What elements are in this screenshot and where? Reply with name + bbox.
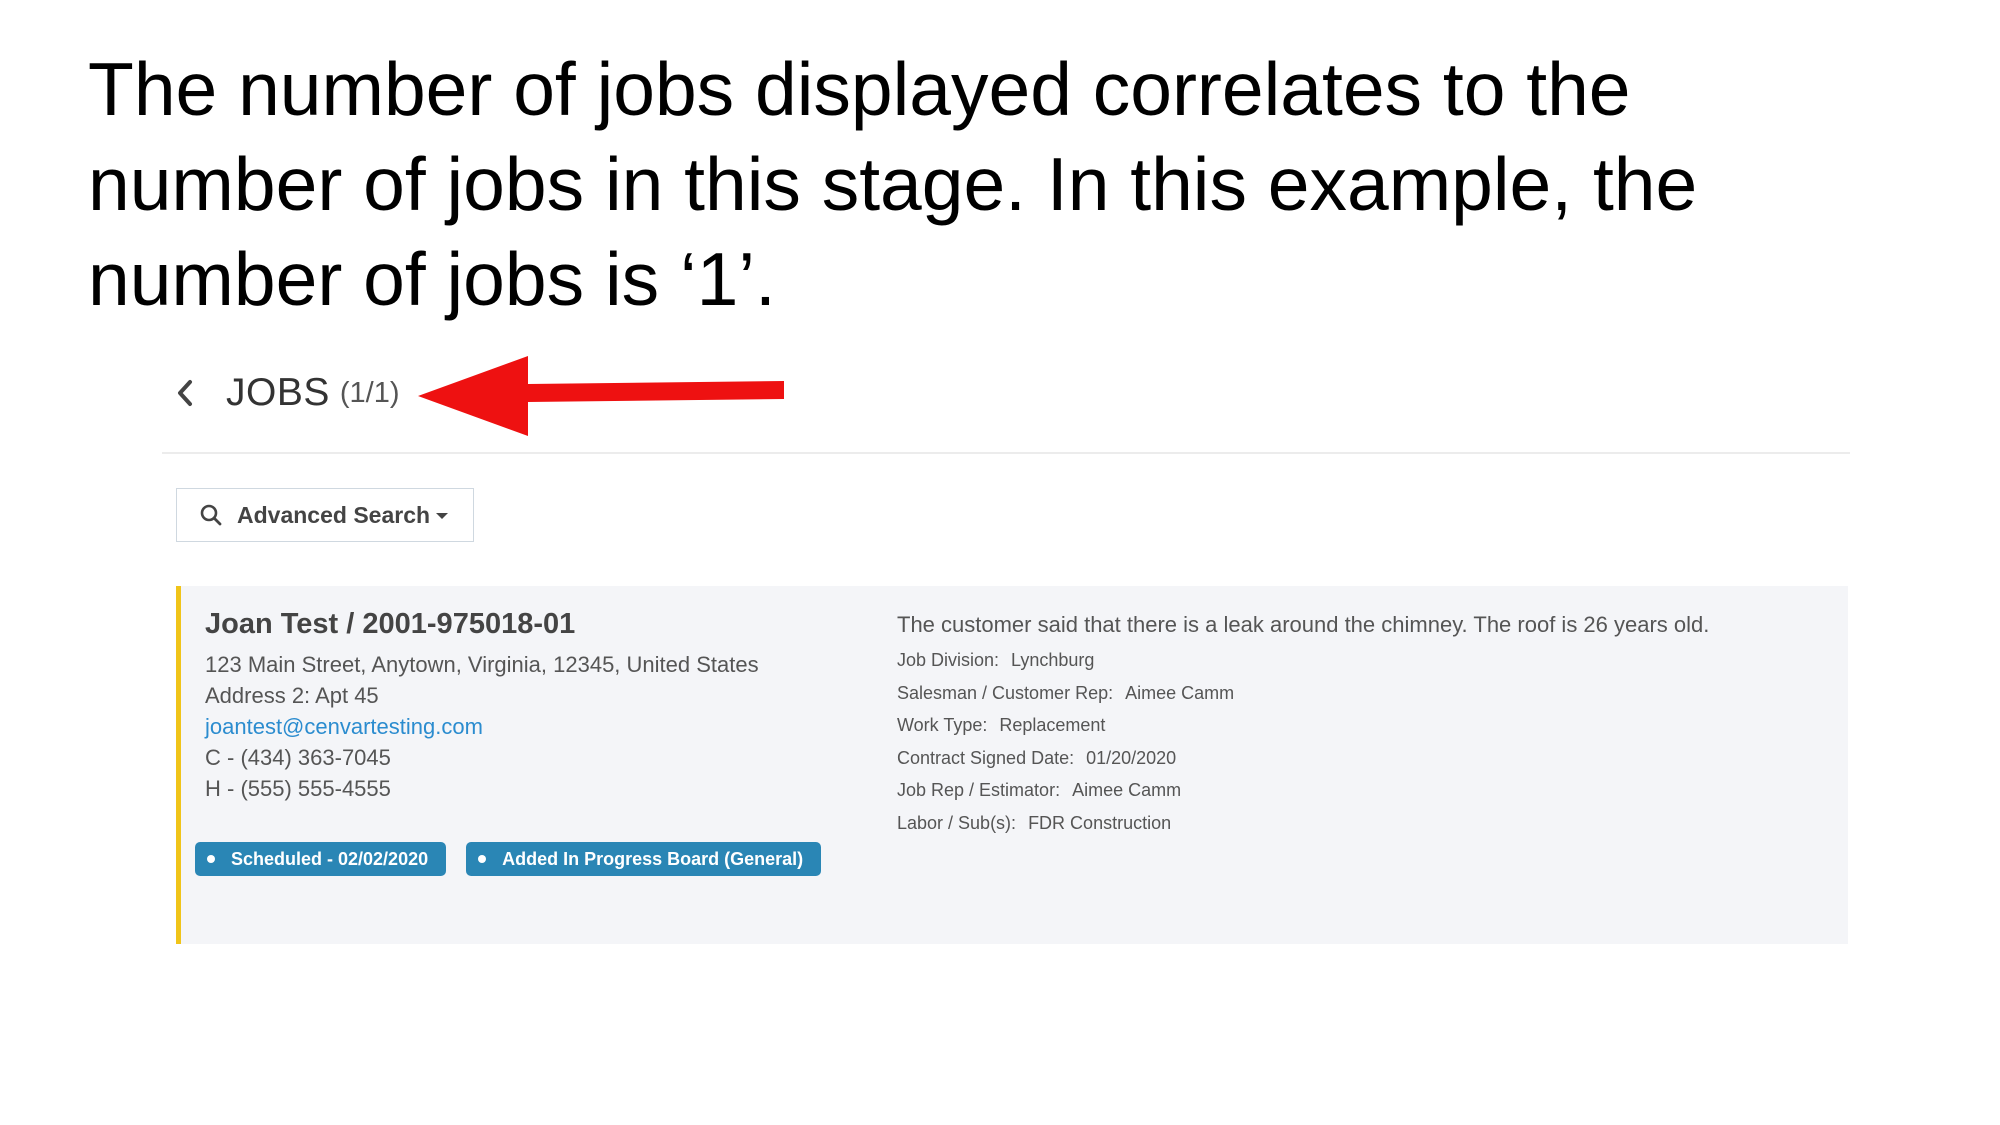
search-icon — [200, 504, 222, 526]
status-badge-progress-board[interactable]: Added In Progress Board (General) — [466, 842, 822, 876]
detail-value: Lynchburg — [1011, 650, 1095, 670]
detail-label: Work Type: — [897, 715, 988, 735]
jobs-header: JOBS (1/1) — [168, 360, 400, 426]
caption-line: The number of jobs displayed correlates … — [88, 47, 1631, 131]
job-details: The customer said that there is a leak a… — [897, 612, 1837, 839]
divider — [162, 452, 1850, 454]
job-badges: Scheduled - 02/02/2020 Added In Progress… — [195, 842, 841, 876]
dot-icon — [478, 855, 487, 863]
job-address: 123 Main Street, Anytown, Virginia, 1234… — [205, 652, 759, 677]
job-card[interactable]: Joan Test / 2001-975018-01 123 Main Stre… — [176, 586, 1848, 944]
chevron-left-icon — [178, 380, 192, 406]
status-badge-scheduled[interactable]: Scheduled - 02/02/2020 — [195, 842, 447, 876]
detail-value: Replacement — [999, 715, 1106, 735]
page-title: JOBS — [226, 371, 330, 414]
advanced-search-label: Advanced Search — [237, 501, 431, 528]
job-name[interactable]: Joan Test / 2001-975018-01 — [205, 608, 865, 641]
detail-job-division: Job Division: Lynchburg — [897, 644, 1837, 677]
caption-line: number of jobs in this stage. In this ex… — [88, 142, 1698, 226]
badge-label: Added In Progress Board (General) — [502, 848, 804, 869]
job-home-phone: H - (555) 555-4555 — [205, 776, 391, 801]
caption-text: The number of jobs displayed correlates … — [88, 42, 1948, 327]
back-button[interactable] — [168, 373, 202, 413]
job-contact-info: Joan Test / 2001-975018-01 123 Main Stre… — [205, 608, 865, 804]
detail-value: Aimee Camm — [1125, 682, 1235, 703]
detail-work-type: Work Type: Replacement — [897, 709, 1837, 742]
detail-label: Job Division: — [897, 650, 1000, 670]
caption-line: number of jobs is ‘1’. — [88, 237, 776, 321]
detail-salesman: Salesman / Customer Rep: Aimee Camm — [897, 677, 1837, 710]
job-address-2: Address 2: Apt 45 — [205, 683, 379, 708]
job-email-link[interactable]: joantest@cenvartesting.com — [205, 711, 865, 742]
detail-value: 01/20/2020 — [1086, 747, 1177, 768]
badge-label: Scheduled - 02/02/2020 — [231, 848, 429, 869]
detail-contract-signed-date: Contract Signed Date: 01/20/2020 — [897, 742, 1837, 775]
caret-down-icon — [436, 513, 449, 519]
detail-job-rep: Job Rep / Estimator: Aimee Camm — [897, 774, 1837, 807]
detail-label: Salesman / Customer Rep: — [897, 682, 1114, 703]
detail-label: Contract Signed Date: — [897, 747, 1075, 768]
red-arrow-icon — [418, 356, 784, 436]
dot-icon — [207, 855, 215, 863]
detail-labor-subs: Labor / Sub(s): FDR Construction — [897, 807, 1837, 840]
detail-value: Aimee Camm — [1072, 780, 1182, 800]
slide: The number of jobs displayed correlates … — [0, 0, 2000, 1125]
advanced-search-button[interactable]: Advanced Search — [176, 488, 474, 542]
job-cell-phone: C - (434) 363-7045 — [205, 745, 391, 770]
job-notes: The customer said that there is a leak a… — [897, 612, 1710, 637]
detail-label: Labor / Sub(s): — [897, 812, 1017, 833]
detail-value: FDR Construction — [1028, 812, 1172, 833]
jobs-count: (1/1) — [339, 376, 400, 409]
detail-label: Job Rep / Estimator: — [897, 780, 1061, 800]
